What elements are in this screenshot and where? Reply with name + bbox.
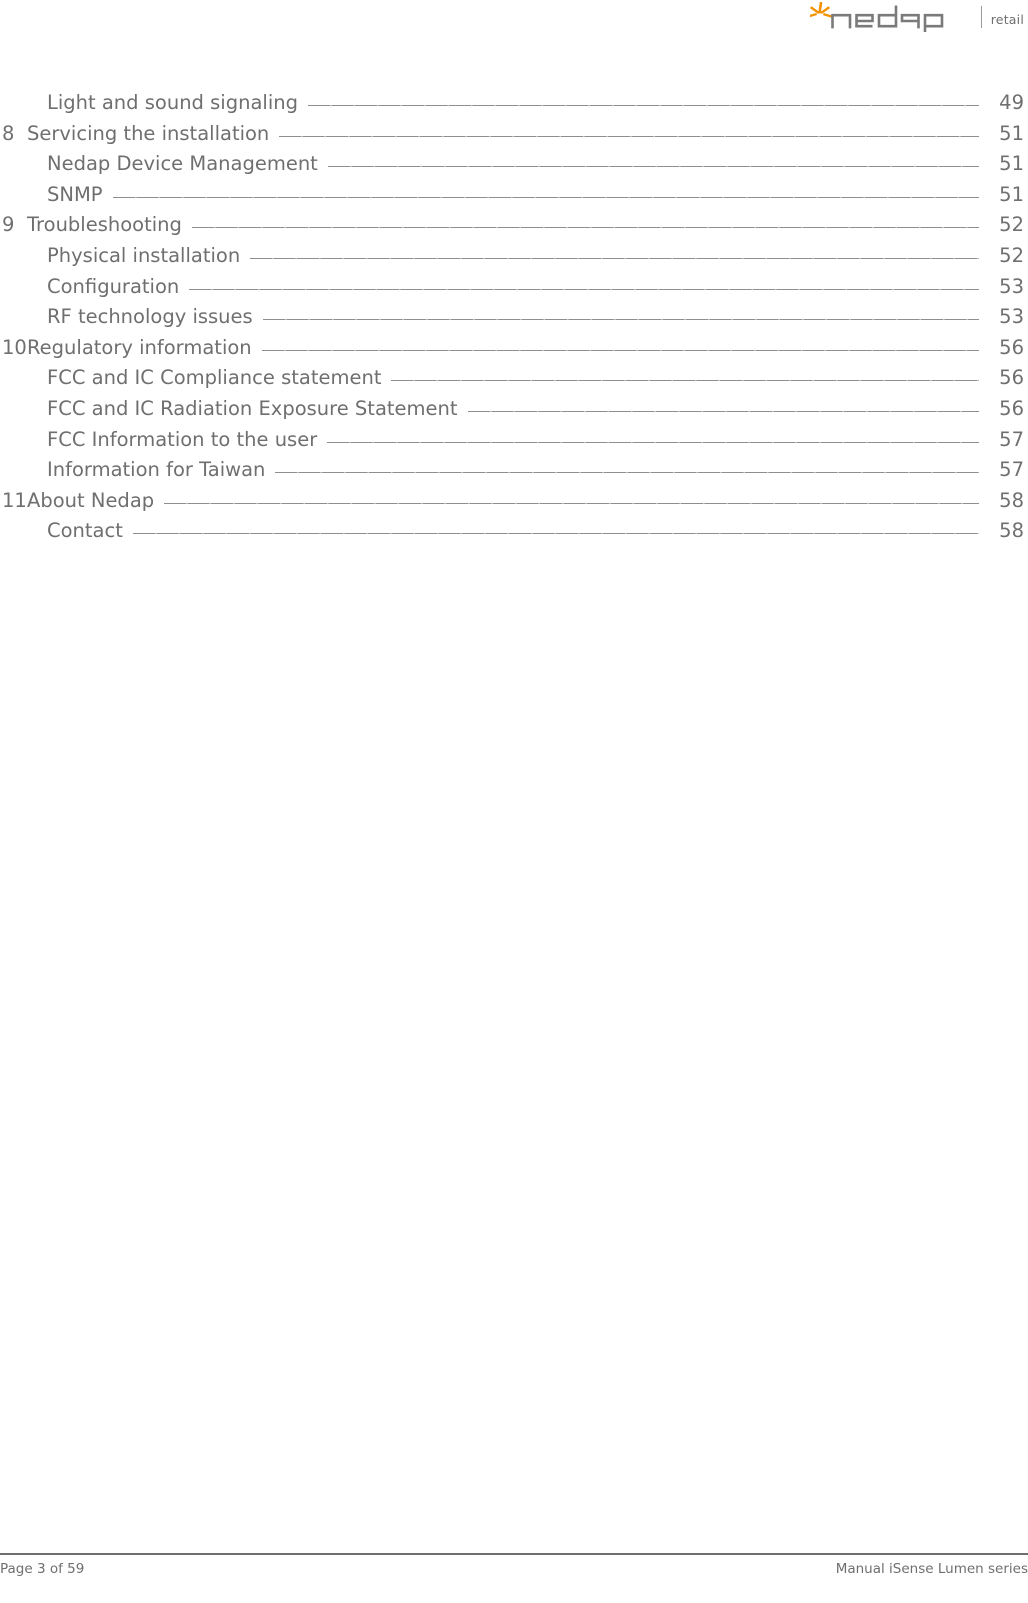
toc-entry-title: Troubleshooting xyxy=(27,213,182,237)
toc-leader-line xyxy=(112,196,979,198)
toc-entry-page: 52 xyxy=(999,243,1024,267)
toc-entry[interactable]: Contact 58 xyxy=(2,516,1024,547)
toc-entry-title: Servicing the installation xyxy=(27,121,270,145)
toc-entry-title: Information for Taiwan xyxy=(47,458,266,482)
toc-entry-title: Physical installation xyxy=(47,243,241,267)
toc-entry-title: RF technology issues xyxy=(47,305,253,329)
toc-entry-title: FCC Information to the user xyxy=(47,427,318,451)
toc-entry[interactable]: 9 Troubleshooting 52 xyxy=(2,210,1024,241)
toc-entry[interactable]: Nedap Device Management 51 xyxy=(2,149,1024,180)
toc-entry-page: 51 xyxy=(999,121,1024,145)
toc-entry[interactable]: Physical installation 52 xyxy=(2,241,1024,272)
toc-leader-line xyxy=(164,502,979,504)
toc-entry-title: About Nedap xyxy=(27,488,155,512)
toc-leader-line xyxy=(307,105,979,106)
toc-leader-line xyxy=(262,319,979,321)
logo-division-label: retail xyxy=(990,11,1024,27)
toc-entry[interactable]: FCC and IC Radiation Exposure Statement … xyxy=(2,394,1024,425)
page-footer: Page 3 of 59 Manual iSense Lumen series xyxy=(0,1541,1028,1603)
toc-entry-page: 58 xyxy=(999,519,1024,543)
toc-leader-line xyxy=(189,288,979,290)
toc-entry-page: 53 xyxy=(999,305,1024,329)
toc-entry-page: 51 xyxy=(999,182,1024,206)
toc-entry[interactable]: Light and sound signaling 49 xyxy=(2,88,1024,119)
toc-leader-line xyxy=(391,380,979,382)
toc-entry[interactable]: FCC and IC Compliance statement 56 xyxy=(2,363,1024,394)
toc-entry-page: 51 xyxy=(999,152,1024,176)
toc-entry-page: 57 xyxy=(999,458,1024,482)
toc-entry[interactable]: FCC Information to the user 57 xyxy=(2,425,1024,456)
toc-leader-line xyxy=(279,135,979,137)
footer-page-number: Page 3 of 59 xyxy=(0,1561,85,1577)
nedap-wordmark-icon xyxy=(809,2,944,32)
toc-leader-line xyxy=(467,410,979,412)
toc-entry-page: 53 xyxy=(999,274,1024,298)
toc-entry[interactable]: Information for Taiwan 57 xyxy=(2,455,1024,486)
toc-entry-title: Light and sound signaling xyxy=(47,91,298,114)
logo-divider xyxy=(980,6,982,28)
nedap-retail-logo: retail xyxy=(809,2,1024,32)
toc-entry[interactable]: Configuration 53 xyxy=(2,272,1024,303)
footer-document-title: Manual iSense Lumen series xyxy=(835,1561,1028,1577)
table-of-contents: Light and sound signaling 49 8 Servicing… xyxy=(2,88,1024,547)
toc-leader-line xyxy=(327,166,979,168)
toc-entry[interactable]: 8 Servicing the installation 51 xyxy=(2,119,1024,150)
toc-leader-line xyxy=(132,533,979,535)
toc-leader-line xyxy=(250,257,979,259)
page-header: retail xyxy=(0,0,1028,60)
toc-entry-number: 8 xyxy=(2,121,15,145)
toc-entry[interactable]: RF technology issues 53 xyxy=(2,302,1024,333)
footer-divider xyxy=(0,1553,1028,1555)
toc-entry-number: 11 xyxy=(2,488,27,512)
toc-entry-number: 10 xyxy=(2,335,27,359)
toc-entry-page: 57 xyxy=(999,427,1024,451)
toc-leader-line xyxy=(327,441,979,443)
toc-leader-line xyxy=(275,472,979,474)
toc-entry-title: FCC and IC Radiation Exposure Statement xyxy=(47,396,458,420)
toc-entry-title: Contact xyxy=(47,519,123,543)
toc-entry-title: SNMP xyxy=(47,182,103,206)
toc-entry-page: 58 xyxy=(999,488,1024,512)
toc-leader-line xyxy=(261,349,979,351)
toc-entry[interactable]: 10 Regulatory information 56 xyxy=(2,333,1024,364)
toc-entry[interactable]: SNMP 51 xyxy=(2,180,1024,211)
toc-entry-page: 56 xyxy=(999,366,1024,390)
toc-entry-title: Regulatory information xyxy=(27,335,252,359)
toc-entry-page: 56 xyxy=(999,396,1024,420)
toc-entry-page: 56 xyxy=(999,335,1024,359)
toc-entry-page: 52 xyxy=(999,213,1024,237)
toc-leader-line xyxy=(191,227,979,229)
toc-entry-title: Nedap Device Management xyxy=(47,152,318,176)
toc-entry-title: FCC and IC Compliance statement xyxy=(47,366,382,390)
toc-entry[interactable]: 11 About Nedap 58 xyxy=(2,486,1024,517)
toc-entry-page: 49 xyxy=(999,91,1024,114)
toc-entry-number: 9 xyxy=(2,213,15,237)
toc-entry-title: Configuration xyxy=(47,274,180,298)
